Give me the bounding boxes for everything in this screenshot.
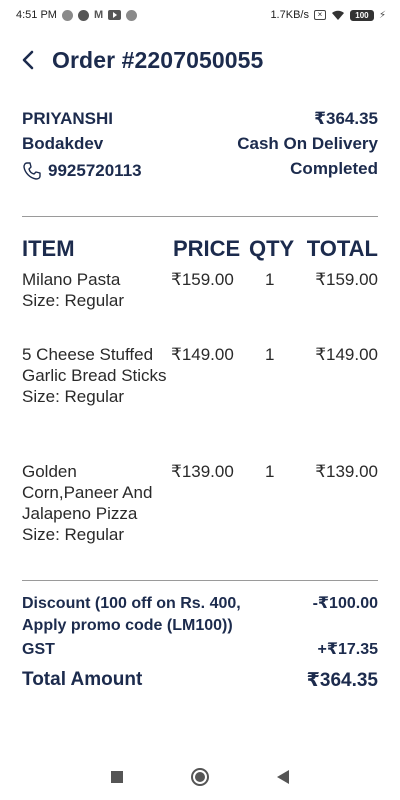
notification-dot-icon (61, 9, 73, 21)
gst-value: +₹17.35 (317, 641, 378, 658)
item-total: ₹159.00 (315, 270, 378, 289)
header-price: PRICE (173, 236, 241, 261)
item-price: ₹139.00 (171, 462, 234, 481)
item-total: ₹139.00 (315, 462, 378, 481)
facebook-icon (77, 9, 89, 21)
item-total: ₹149.00 (315, 345, 378, 364)
back-arrow-icon[interactable] (20, 48, 44, 72)
youtube-icon (108, 10, 122, 20)
total-row: Total Amount ₹364.35 (22, 669, 378, 695)
discount-label: Discount (100 off on Rs. 400, Apply prom… (22, 595, 241, 634)
discount-value: -₹100.00 (312, 595, 378, 612)
status-bar: 4:51 PM M 1.7KB/s × 100 ⚡ (0, 0, 400, 30)
order-meta: ₹364.35 Cash On Delivery Completed (237, 108, 378, 183)
header-qty: QTY (249, 236, 295, 261)
item-name: Milano Pasta (22, 270, 121, 289)
charging-icon: ⚡ (378, 9, 386, 21)
customer-phone: 9925720113 (48, 160, 142, 180)
gmail-icon: M (93, 9, 104, 21)
phone-icon (22, 161, 42, 181)
item-qty: 1 (265, 462, 275, 481)
item-name-cell: Milano Pasta Size: Regular (22, 269, 172, 311)
network-speed: 1.7KB/s (270, 9, 309, 21)
item-name-cell: 5 Cheese Stuffed Garlic Bread Sticks Siz… (22, 344, 172, 407)
recents-icon[interactable] (111, 771, 123, 783)
discount-row: Discount (100 off on Rs. 400, Apply prom… (22, 593, 378, 639)
item-name: 5 Cheese Stuffed Garlic Bread Sticks (22, 345, 167, 385)
customer-info: PRIYANSHI Bodakdev 9925720113 ₹364.35 Ca… (22, 108, 378, 186)
divider (22, 216, 378, 217)
header-item: ITEM (22, 236, 75, 261)
sim-off-icon: × (313, 10, 326, 20)
page-title: Order #2207050055 (52, 46, 264, 73)
order-status: Completed (290, 159, 378, 178)
item-qty: 1 (265, 345, 275, 364)
total-value: ₹364.35 (306, 670, 378, 691)
notification-dot-icon (126, 9, 138, 21)
table-header: ITEM PRICE QTY TOTAL (22, 236, 378, 262)
item-name-cell: Golden Corn,Paneer And Jalapeno Pizza Si… (22, 461, 172, 545)
customer-name: PRIYANSHI (22, 109, 114, 128)
customer-phone-row[interactable]: 9925720113 (22, 158, 142, 183)
wifi-icon (331, 10, 344, 20)
status-right: 1.7KB/s × 100 ⚡ (270, 9, 386, 21)
status-time: 4:51 PM (16, 9, 57, 21)
list-item: Golden Corn,Paneer And Jalapeno Pizza Si… (22, 461, 378, 547)
item-qty: 1 (265, 270, 275, 289)
back-icon[interactable] (277, 770, 289, 784)
gst-label: GST (22, 641, 55, 658)
item-size: Size: Regular (22, 525, 125, 544)
order-amount: ₹364.35 (314, 109, 378, 128)
item-name: Golden Corn,Paneer And Jalapeno Pizza (22, 462, 153, 523)
header: Order #2207050055 (20, 40, 380, 80)
item-size: Size: Regular (22, 387, 125, 406)
customer-details: PRIYANSHI Bodakdev 9925720113 (22, 108, 142, 183)
order-summary: Discount (100 off on Rs. 400, Apply prom… (22, 593, 378, 695)
gst-row: GST +₹17.35 (22, 639, 378, 669)
header-total: TOTAL (306, 236, 378, 261)
item-price: ₹149.00 (171, 345, 234, 364)
status-left: 4:51 PM M (16, 9, 138, 21)
list-item: Milano Pasta Size: Regular ₹159.00 1 ₹15… (22, 269, 378, 313)
item-size: Size: Regular (22, 291, 125, 310)
item-price: ₹159.00 (171, 270, 234, 289)
customer-area: Bodakdev (22, 134, 104, 153)
list-item: 5 Cheese Stuffed Garlic Bread Sticks Siz… (22, 344, 378, 430)
home-icon[interactable] (191, 768, 209, 786)
divider (22, 580, 378, 581)
battery-icon: 100 (349, 9, 374, 21)
payment-method: Cash On Delivery (237, 134, 378, 153)
navigation-bar (0, 754, 400, 800)
